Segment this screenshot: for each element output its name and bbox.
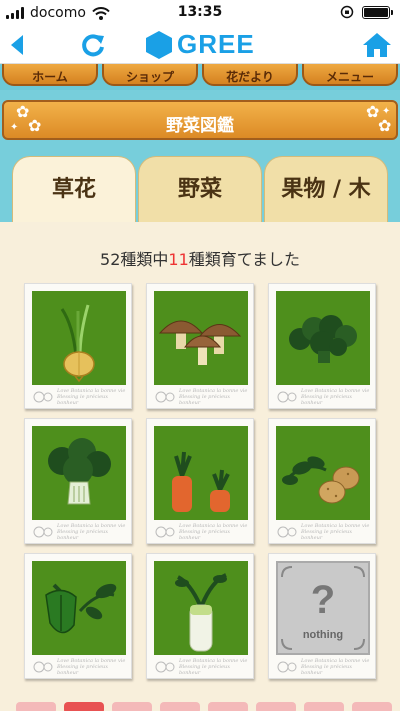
page-indicator[interactable] — [16, 702, 56, 711]
decoration-icon — [277, 661, 297, 673]
menu-menu-button[interactable]: メニュー — [302, 64, 398, 86]
card-picture — [276, 426, 370, 520]
card-footer: Love Botanica la bonne vie Blessing le p… — [275, 658, 371, 676]
card-picture — [154, 561, 248, 655]
collection-count: 52種類中11種類育てました — [0, 246, 400, 270]
card-caption: Love Botanica la bonne vie Blessing le p… — [57, 388, 126, 406]
card-footer: Love Botanica la bonne vie Blessing le p… — [153, 658, 249, 676]
card-footer: Love Botanica la bonne vie Blessing le p… — [275, 523, 371, 541]
card-caption: Love Botanica la bonne vie Blessing le p… — [301, 388, 370, 406]
card-picture — [276, 291, 370, 385]
status-bar: docomo 13:35 — [0, 0, 400, 26]
flower-icon: ✿ — [378, 116, 392, 135]
menu-news-button[interactable]: 花だより — [202, 64, 298, 86]
card-caption: Love Botanica la bonne vie Blessing le p… — [57, 658, 126, 676]
page-indicator[interactable] — [112, 702, 152, 711]
onion-icon — [60, 304, 95, 383]
gree-logo-text: GREE — [177, 29, 255, 59]
decoration-icon — [33, 661, 53, 673]
card-footer: Love Botanica la bonne vie Blessing le p… — [31, 658, 127, 676]
card-caption: Love Botanica la bonne vie Blessing le p… — [179, 523, 248, 541]
potato-icon — [282, 456, 360, 504]
mushroom-icon — [158, 320, 242, 365]
card-carrot[interactable]: Love Botanica la bonne vie Blessing le p… — [146, 418, 254, 544]
card-caption: Love Botanica la bonne vie Blessing le p… — [301, 658, 370, 676]
decoration-icon — [277, 526, 297, 538]
top-menu: ホーム ショップ 花だより メニュー — [0, 64, 400, 90]
home-icon[interactable] — [362, 32, 392, 58]
tab-fruits-trees[interactable]: 果物 / 木 — [264, 156, 388, 222]
green-pepper-icon — [45, 583, 117, 634]
card-caption: Love Botanica la bonne vie Blessing le p… — [301, 523, 370, 541]
card-caption: Love Botanica la bonne vie Blessing le p… — [57, 523, 126, 541]
card-footer: Love Botanica la bonne vie Blessing le p… — [31, 523, 127, 541]
page-title: 野菜図鑑 — [166, 116, 234, 136]
tab-flowers[interactable]: 草花 — [12, 156, 136, 222]
gree-logo[interactable]: GREE — [145, 29, 255, 60]
menu-home-button[interactable]: ホーム — [2, 64, 98, 86]
reload-icon[interactable] — [80, 32, 106, 58]
page-indicator-current[interactable] — [64, 702, 104, 711]
decoration-icon — [155, 661, 175, 673]
page-indicator[interactable] — [160, 702, 200, 711]
decoration-icon — [155, 526, 175, 538]
card-footer: Love Botanica la bonne vie Blessing le p… — [31, 388, 127, 406]
card-daikon[interactable]: Love Botanica la bonne vie Blessing le p… — [146, 553, 254, 679]
page-indicator[interactable] — [304, 702, 344, 711]
orientation-lock-icon — [340, 5, 354, 19]
back-icon[interactable] — [8, 33, 26, 57]
card-picture — [32, 561, 126, 655]
battery-icon — [362, 5, 393, 19]
card-caption: Love Botanica la bonne vie Blessing le p… — [179, 658, 248, 676]
status-right — [340, 5, 393, 19]
decoration-icon — [33, 526, 53, 538]
card-footer: Love Botanica la bonne vie Blessing le p… — [153, 388, 249, 406]
carrot-icon — [172, 451, 230, 512]
card-picture — [32, 426, 126, 520]
card-mushroom[interactable]: Love Botanica la bonne vie Blessing le p… — [146, 283, 254, 409]
count-prefix: 52種類中 — [100, 250, 169, 269]
card-potato[interactable]: Love Botanica la bonne vie Blessing le p… — [268, 418, 376, 544]
gree-nav-bar: GREE — [0, 26, 400, 64]
page-indicator[interactable] — [352, 702, 392, 711]
card-cauliflower[interactable]: Love Botanica la bonne vie Blessing le p… — [24, 418, 132, 544]
card-footer: Love Botanica la bonne vie Blessing le p… — [275, 388, 371, 406]
card-onion[interactable]: Love Botanica la bonne vie Blessing le p… — [24, 283, 132, 409]
card-footer: Love Botanica la bonne vie Blessing le p… — [153, 523, 249, 541]
card-picture — [32, 291, 126, 385]
cauliflower-icon — [48, 438, 111, 505]
card-picture: ? nothing — [276, 561, 370, 655]
broccoli-icon — [289, 315, 357, 363]
daikon-icon — [175, 573, 227, 652]
sparkle-icon: ✦ — [382, 106, 391, 117]
gree-hexagon-icon — [146, 30, 172, 59]
tab-vegetables[interactable]: 野菜 — [138, 156, 262, 222]
page-indicator[interactable] — [256, 702, 296, 711]
svg-text:?: ? — [311, 578, 335, 622]
decoration-icon — [277, 391, 297, 403]
count-suffix: 種類育てました — [188, 250, 300, 269]
card-locked[interactable]: ? nothing Love Botanica la bonne vie Ble… — [268, 553, 376, 679]
locked-label: nothing — [302, 629, 344, 641]
count-collected: 11 — [168, 250, 189, 269]
card-picture — [154, 426, 248, 520]
card-green-pepper[interactable]: Love Botanica la bonne vie Blessing le p… — [24, 553, 132, 679]
decoration-icon — [33, 391, 53, 403]
menu-shop-button[interactable]: ショップ — [102, 64, 198, 86]
card-picture — [154, 291, 248, 385]
card-caption: Love Botanica la bonne vie Blessing le p… — [179, 388, 248, 406]
title-banner: ✿ ✿ ✦ 野菜図鑑 ✿ ✿ ✦ — [2, 100, 398, 140]
decoration-icon — [155, 391, 175, 403]
page-indicator[interactable] — [208, 702, 248, 711]
card-broccoli[interactable]: Love Botanica la bonne vie Blessing le p… — [268, 283, 376, 409]
